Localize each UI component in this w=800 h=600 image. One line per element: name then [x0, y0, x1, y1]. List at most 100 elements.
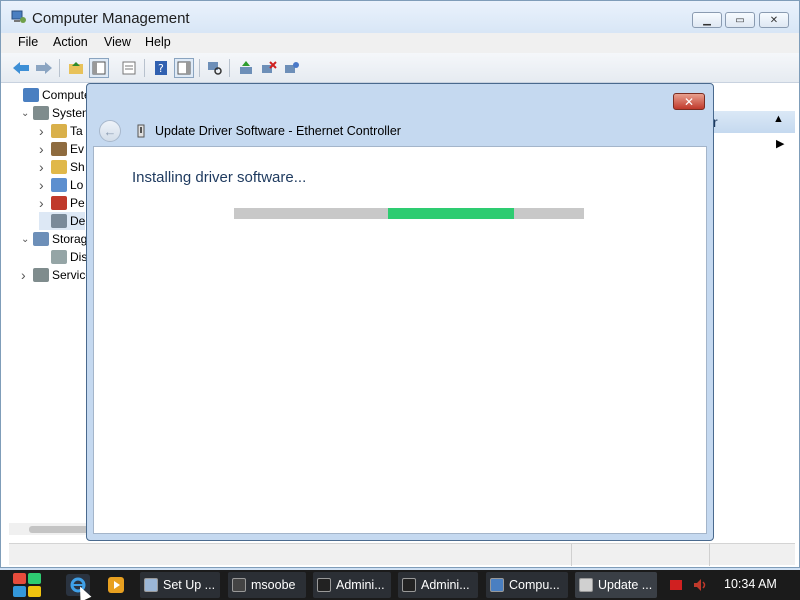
- up-folder-button[interactable]: [66, 58, 86, 78]
- ethernet-device-icon: [137, 124, 145, 138]
- taskbar-item-admini-3[interactable]: Admini...: [398, 572, 478, 598]
- install-status-text: Installing driver software...: [132, 169, 307, 186]
- menu-file[interactable]: File: [18, 35, 38, 49]
- collapsed-chevron-icon[interactable]: ›: [39, 159, 51, 175]
- collapsed-chevron-icon[interactable]: ›: [39, 195, 51, 211]
- tools-icon: [33, 106, 49, 120]
- show-hide-action-pane-button[interactable]: [174, 58, 194, 78]
- taskbar-item-label: Set Up ...: [163, 578, 216, 592]
- expanded-chevron-icon[interactable]: ⌄: [21, 108, 33, 119]
- svg-text:?: ?: [158, 62, 164, 75]
- maximize-button[interactable]: ▭: [725, 12, 755, 28]
- forward-button[interactable]: [34, 58, 54, 78]
- taskbar-item-admini-2[interactable]: Admini...: [313, 572, 391, 598]
- media-player-icon: [108, 577, 124, 593]
- list-icon: [122, 61, 136, 75]
- tree-item-label: Lo: [70, 178, 84, 192]
- menu-bar: File Action View Help: [1, 33, 799, 53]
- tree-item-label: Dis: [70, 250, 88, 264]
- taskbar-item-setup-0[interactable]: Set Up ...: [140, 572, 220, 598]
- tree-item-computer[interactable]: Computer: [11, 86, 93, 104]
- taskbar: Set Up ... msoobe Admini... Admini... Compu.…: [0, 570, 800, 600]
- storage-icon: [33, 232, 49, 246]
- performance-icon: [51, 196, 67, 210]
- msoobe-icon: [232, 578, 246, 592]
- back-button[interactable]: [11, 58, 31, 78]
- forward-arrow-icon: [36, 62, 52, 74]
- computer-icon: [23, 88, 39, 102]
- tree-item-ev[interactable]: › Ev: [39, 140, 84, 158]
- flag-icon: [670, 580, 682, 590]
- action-pane-icon: [177, 61, 191, 75]
- scrollbar-thumb[interactable]: [29, 526, 89, 533]
- more-actions-arrow-icon[interactable]: ▶: [776, 137, 784, 150]
- tree-item-lo[interactable]: › Lo: [39, 176, 83, 194]
- help-icon: ?: [155, 61, 167, 75]
- event-viewer-icon: [51, 142, 67, 156]
- show-hide-tree-button[interactable]: [89, 58, 109, 78]
- update-driver-icon: [579, 578, 593, 592]
- collapsed-chevron-icon[interactable]: ›: [21, 267, 33, 283]
- dialog-body: Installing driver software...: [93, 146, 707, 534]
- tree-item-label: Ev: [70, 142, 85, 156]
- tree-item-system[interactable]: ⌄ System: [21, 104, 92, 122]
- tree-item-pe[interactable]: › Pe: [39, 194, 85, 212]
- close-icon: ✕: [769, 14, 779, 26]
- help-button[interactable]: ?: [151, 58, 171, 78]
- computer-management-icon: [490, 578, 504, 592]
- update-driver-button[interactable]: [236, 58, 256, 78]
- minimize-button[interactable]: ▁: [692, 12, 722, 28]
- media-player-button[interactable]: [104, 574, 128, 596]
- disk-icon: [51, 250, 67, 264]
- users-icon: [51, 178, 67, 192]
- close-button[interactable]: ✕: [759, 12, 789, 28]
- dialog-header: ← Update Driver Software - Ethernet Cont…: [93, 118, 707, 146]
- setup-icon: [144, 578, 158, 592]
- back-arrow-icon: [13, 62, 29, 74]
- system-clock[interactable]: 10:34 AM: [724, 577, 777, 591]
- volume-button[interactable]: [688, 574, 712, 596]
- tree-item-dis[interactable]: Dis: [39, 248, 87, 266]
- tree-item-ta[interactable]: › Ta: [39, 122, 83, 140]
- tree-item-service[interactable]: › Service: [21, 266, 92, 284]
- collapsed-chevron-icon[interactable]: ›: [39, 177, 51, 193]
- menu-help[interactable]: Help: [145, 35, 171, 49]
- taskbar-item-compu-4[interactable]: Compu...: [486, 572, 568, 598]
- tree-item-sh[interactable]: › Sh: [39, 158, 85, 176]
- scan-hardware-icon: [208, 62, 222, 75]
- tree-item-label: Pe: [70, 196, 85, 210]
- menu-view[interactable]: View: [104, 35, 131, 49]
- actions-pane-header[interactable]: r ▲: [713, 111, 795, 133]
- start-button[interactable]: [8, 570, 46, 600]
- disable-device-button[interactable]: [282, 58, 302, 78]
- update-driver-dialog: ✕ ← Update Driver Software - Ethernet Co…: [86, 83, 714, 541]
- taskbar-item-label: Admini...: [336, 578, 385, 592]
- menu-action[interactable]: Action: [53, 35, 88, 49]
- expanded-chevron-icon[interactable]: ⌄: [21, 234, 33, 245]
- taskbar-item-msoobe-1[interactable]: msoobe: [228, 572, 306, 598]
- tree-horizontal-scrollbar[interactable]: [9, 523, 89, 535]
- console-tree-icon: [92, 61, 106, 75]
- collapse-up-icon[interactable]: ▲: [773, 113, 784, 125]
- uninstall-device-button[interactable]: [259, 58, 279, 78]
- collapsed-chevron-icon[interactable]: ›: [39, 141, 51, 157]
- tree-item-storag[interactable]: ⌄ Storag: [21, 230, 87, 248]
- action-center-flag-button[interactable]: [664, 574, 688, 596]
- dialog-close-button[interactable]: ✕: [673, 93, 705, 110]
- scan-hardware-button[interactable]: [205, 58, 225, 78]
- dialog-back-button[interactable]: ←: [99, 120, 121, 142]
- up-folder-icon: [69, 62, 83, 74]
- tree-item-label: Storag: [52, 232, 88, 246]
- tree-item-de[interactable]: De: [39, 212, 86, 230]
- title-bar: Computer Management ▁ ▭ ✕: [1, 1, 799, 33]
- services-icon: [33, 268, 49, 282]
- uninstall-icon: [262, 61, 277, 73]
- collapsed-chevron-icon[interactable]: ›: [39, 123, 51, 139]
- volume-icon: [694, 579, 706, 591]
- tree-item-label: Sh: [70, 160, 85, 174]
- export-list-button[interactable]: [119, 58, 139, 78]
- taskbar-item-update-5[interactable]: Update ...: [575, 572, 657, 598]
- dialog-title: Update Driver Software - Ethernet Contro…: [155, 124, 401, 138]
- cmd-icon: [402, 578, 416, 592]
- update-driver-icon: [240, 61, 252, 74]
